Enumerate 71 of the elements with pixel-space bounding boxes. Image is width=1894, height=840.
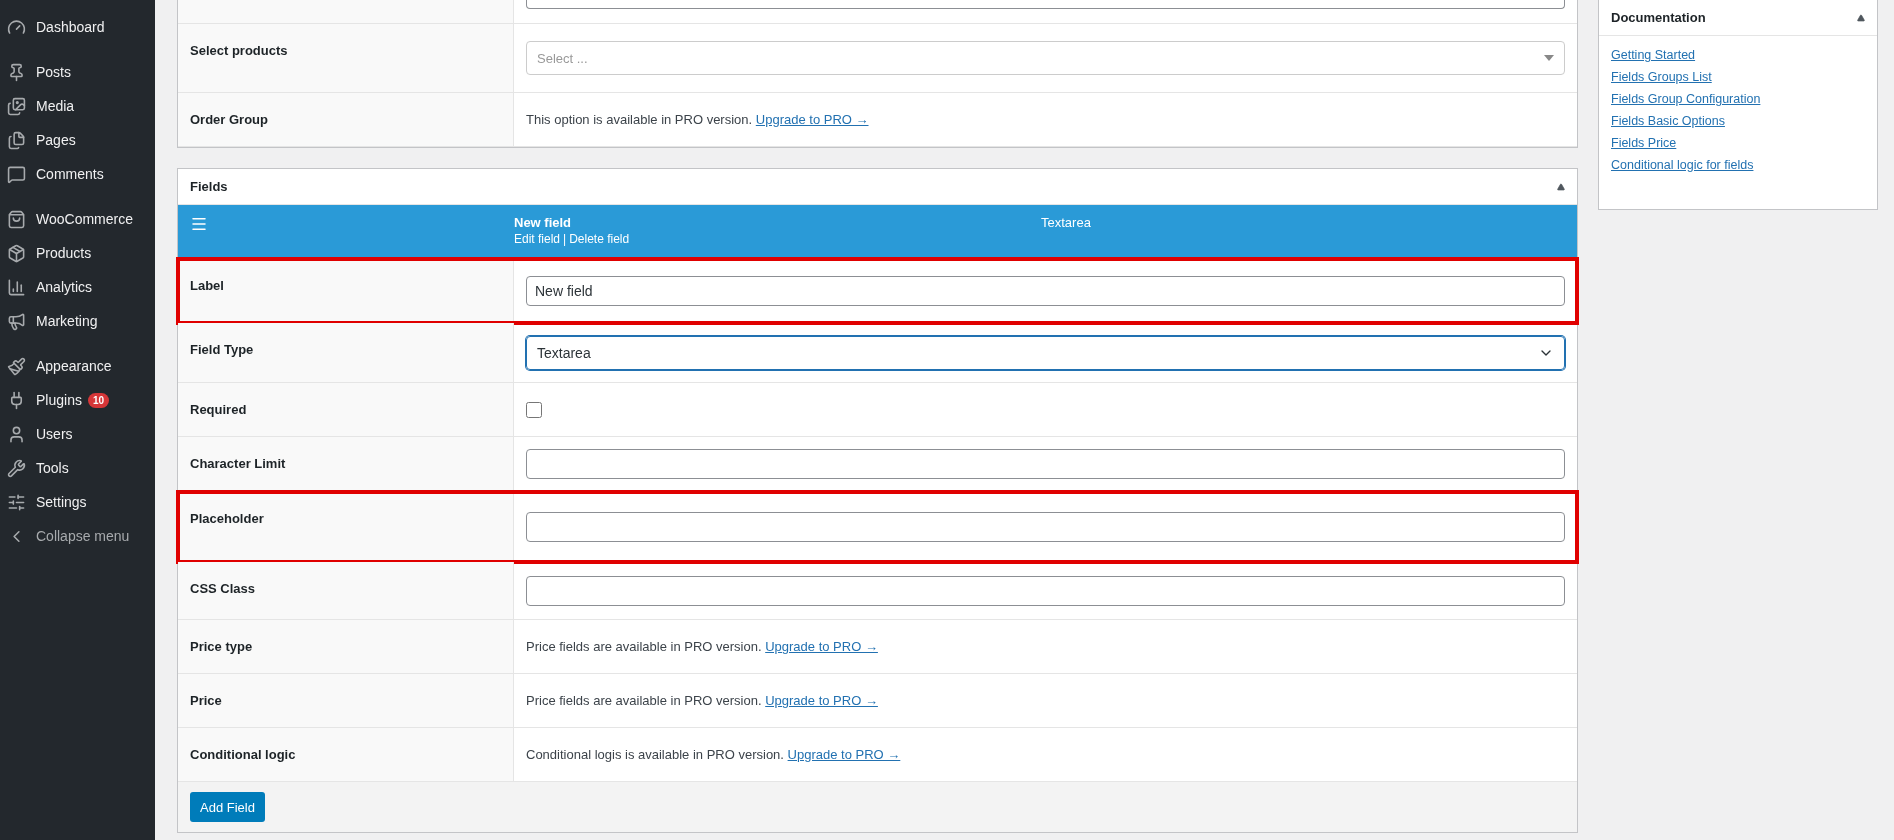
sidebar-item[interactable]: Comments (0, 157, 155, 191)
megaphone-icon (7, 311, 26, 331)
count-badge: 10 (87, 392, 110, 408)
row-label: Conditional logic (190, 747, 296, 762)
sidebar-item[interactable]: Posts (0, 55, 155, 89)
row-label: CSS Class (190, 581, 256, 596)
wrench-icon (7, 458, 26, 478)
text-field[interactable] (526, 511, 1565, 542)
documentation-link[interactable]: Conditional logic for fields (1611, 158, 1865, 172)
row-label: Order Group (190, 112, 268, 127)
collapse-arrow-icon[interactable] (1557, 182, 1565, 191)
documentation-link[interactable]: Fields Groups List (1611, 70, 1865, 84)
row-label: Label (190, 278, 224, 293)
add-field-button[interactable]: Add Field (190, 792, 265, 822)
row-label: Placeholder (190, 511, 264, 526)
sidebar-item[interactable]: Pages (0, 123, 155, 157)
sidebar-item[interactable]: Analytics (0, 270, 155, 304)
bag-icon (7, 209, 26, 229)
menu-icon[interactable] (190, 215, 208, 233)
upgrade-link[interactable]: Upgrade to PRO → (765, 693, 878, 708)
documentation-link[interactable]: Fields Price (1611, 136, 1865, 150)
sidebar-item[interactable]: Settings (0, 485, 155, 519)
row-label: Select products (190, 43, 288, 58)
row-label: Required (190, 402, 247, 417)
sidebar-item[interactable]: Tools (0, 451, 155, 485)
images-icon (7, 96, 26, 116)
sidebar-item[interactable]: Collapse menu (0, 519, 155, 553)
sidebar-item[interactable]: Plugins 10 (0, 383, 155, 417)
upgrade-link[interactable]: Upgrade to PRO → (765, 639, 878, 654)
collapse-arrow-icon[interactable] (1857, 13, 1865, 22)
panel-title: Documentation (1611, 10, 1706, 25)
pro-notice: Conditional logis is available in PRO version. Upgrade to PRO → (526, 747, 901, 762)
pro-notice: This option is available in PRO version. Upgrade to PRO → (526, 112, 869, 127)
row-label: Field Type (190, 342, 254, 357)
paintbrush-icon (7, 356, 26, 376)
sidebar-item[interactable]: Media (0, 89, 155, 123)
sidebar-item[interactable]: WooCommerce (0, 202, 155, 236)
row-label: Price (190, 693, 222, 708)
sidebar-item[interactable]: Marketing (0, 304, 155, 338)
row-label: Price type (190, 639, 253, 654)
field-type: Textarea (1041, 215, 1092, 232)
sidebar-item[interactable]: Products (0, 236, 155, 270)
sidebar-item[interactable]: Appearance (0, 349, 155, 383)
text-field[interactable]: New field (526, 275, 1565, 306)
dropdown-arrow-icon (1544, 55, 1554, 61)
field-name: New field (514, 215, 573, 230)
pro-notice: Price fields are available in PRO version. Upgrade to PRO → (526, 639, 878, 654)
text-field[interactable] (526, 449, 1565, 479)
speech-bubble-icon (7, 164, 26, 184)
user-icon (7, 424, 26, 444)
checkbox[interactable] (526, 401, 542, 418)
documentation-link[interactable]: Getting Started (1611, 48, 1865, 62)
gauge-icon (7, 17, 26, 37)
pages-icon (7, 130, 26, 150)
field-type-select[interactable]: Textarea (526, 335, 1565, 370)
sidebar-item[interactable]: Users (0, 417, 155, 451)
text-field[interactable] (526, 0, 1565, 9)
text-field[interactable] (526, 575, 1565, 606)
bar-chart-icon (7, 277, 26, 297)
panel-title: Fields (190, 179, 228, 194)
separator-text: | (563, 232, 567, 246)
documentation-link[interactable]: Fields Basic Options (1611, 114, 1865, 128)
upgrade-link[interactable]: Upgrade to PRO → (787, 747, 901, 762)
documentation-link[interactable]: Fields Group Configuration (1611, 92, 1865, 106)
sliders-icon (7, 492, 26, 512)
pro-notice: Price fields are available in PRO version. Upgrade to PRO → (526, 693, 878, 708)
pin-icon (7, 62, 26, 82)
box-icon (7, 243, 26, 263)
row-label: Character Limit (190, 456, 286, 471)
sidebar-item[interactable]: Dashboard (0, 10, 155, 44)
upgrade-link[interactable]: Upgrade to PRO → (755, 112, 869, 127)
